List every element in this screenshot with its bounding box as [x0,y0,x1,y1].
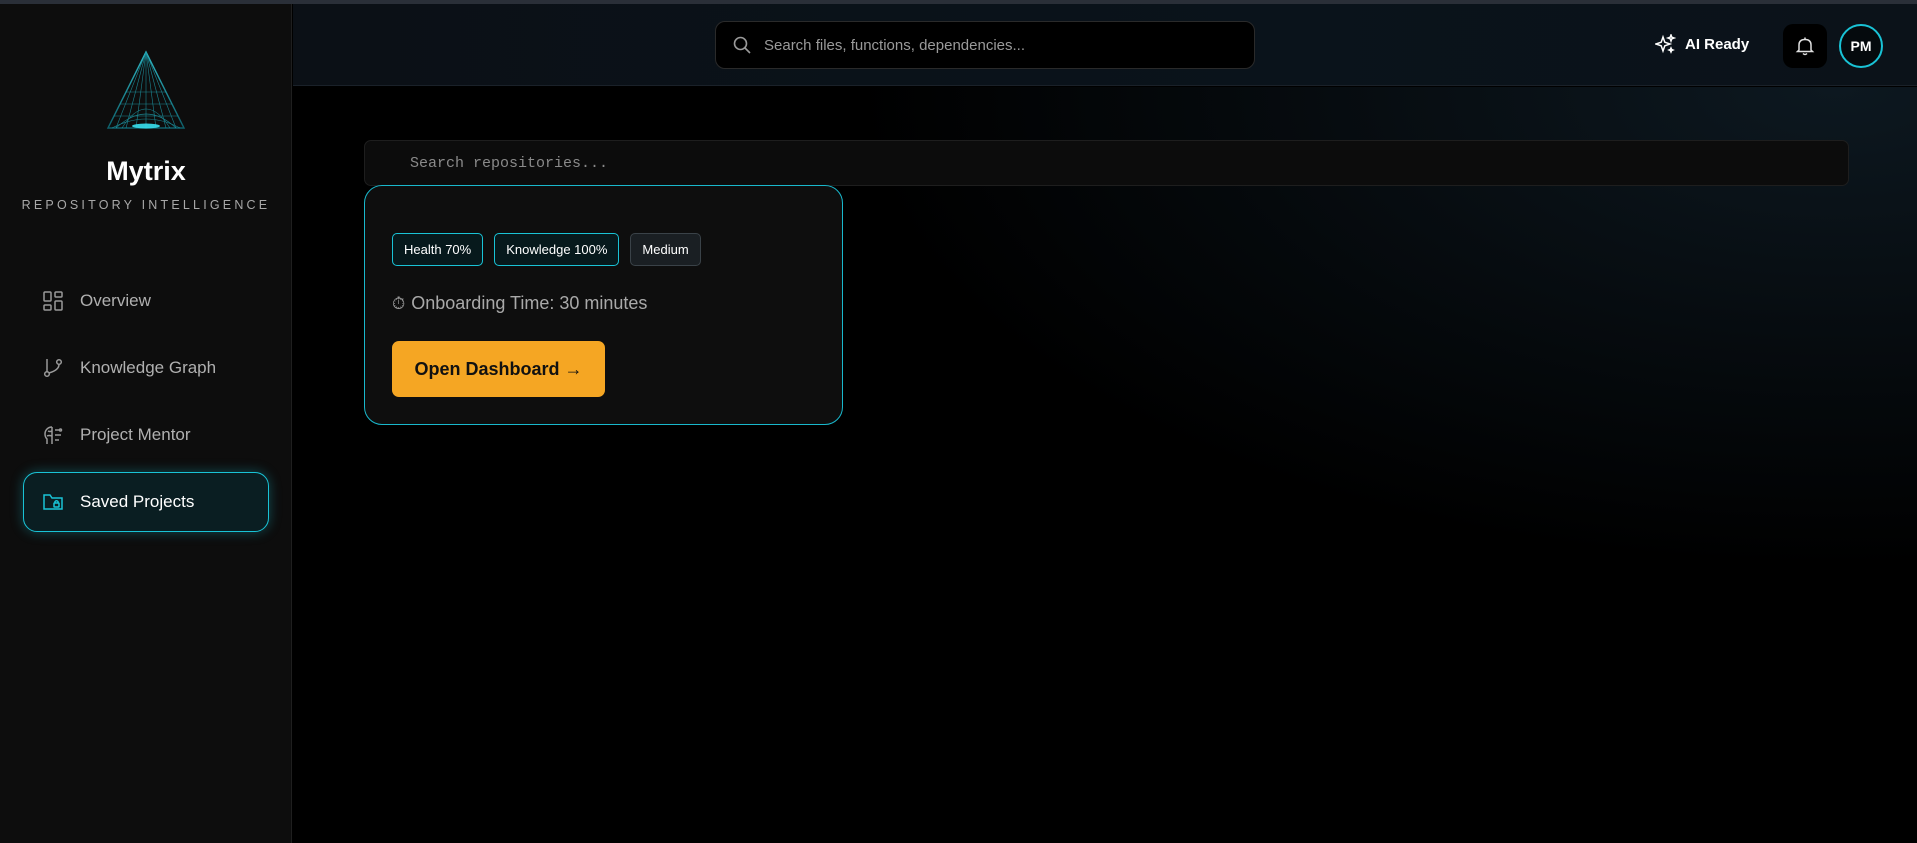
repo-badges: Health 70% Knowledge 100% Medium [392,233,712,266]
repo-search-box[interactable] [364,140,1849,186]
sidebar-item-label: Knowledge Graph [80,358,217,377]
sidebar-item-label: Saved Projects [80,492,195,511]
top-bar: AI Ready PM [293,4,1917,86]
brand-name: Mytrix [106,156,186,186]
open-dashboard-button[interactable]: Open Dashboard → [392,341,605,397]
sidebar: Mytrix REPOSITORY INTELLIGENCE Overview [0,4,292,843]
global-search-box[interactable] [715,21,1255,69]
sparkles-icon [1655,34,1676,54]
sidebar-item-overview[interactable]: Overview [23,271,269,331]
onboarding-time-text: Onboarding Time: 30 minutes [411,293,648,313]
avatar-initials: PM [1850,38,1872,54]
sidebar-item-saved-projects[interactable]: Saved Projects [23,472,269,532]
sidebar-nav: Overview Knowledge Graph Project Mentor … [23,271,269,539]
health-badge: Health 70% [392,233,484,266]
sidebar-item-project-mentor[interactable]: Project Mentor [23,405,269,465]
brain-icon [42,424,64,446]
grid-icon [42,290,64,312]
git-branch-icon [42,357,64,379]
sidebar-item-knowledge-graph[interactable]: Knowledge Graph [23,338,269,398]
brand-tagline: REPOSITORY INTELLIGENCE [21,198,271,212]
sidebar-item-label: Project Mentor [80,425,191,444]
notifications-button[interactable] [1783,24,1827,68]
sidebar-item-label: Overview [80,291,151,310]
avatar[interactable]: PM [1839,24,1883,68]
folder-lock-icon [42,491,64,513]
search-icon [733,36,751,54]
knowledge-badge: Knowledge 100% [494,233,620,266]
stopwatch-icon: ⏱ [392,293,406,313]
ai-status-indicator: AI Ready [1655,34,1749,55]
onboarding-time: ⏱ Onboarding Time: 30 minutes [392,293,647,314]
triangle-pyramid-logo [106,50,186,129]
bell-icon [1795,37,1815,56]
repo-search-input[interactable] [410,141,1810,185]
repo-card: Health 70% Knowledge 100% Medium ⏱ Onboa… [364,185,843,425]
global-search-input[interactable] [764,36,1234,54]
difficulty-badge: Medium [630,233,701,266]
ai-status-label: AI Ready [1685,36,1750,53]
main-content: Health 70% Knowledge 100% Medium ⏱ Onboa… [293,87,1917,843]
